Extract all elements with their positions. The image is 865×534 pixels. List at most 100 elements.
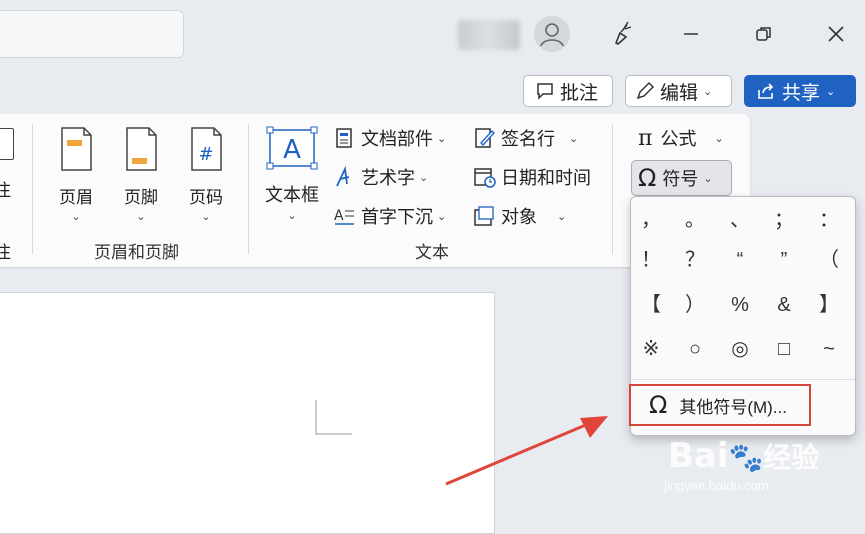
- omega-icon: Ω: [638, 164, 657, 192]
- object-button[interactable]: 对象 ⌄: [473, 201, 591, 231]
- partial-icon: [0, 128, 14, 160]
- close-icon[interactable]: [816, 14, 856, 54]
- chevron-down-icon: ⌄: [71, 211, 81, 223]
- annotation-arrow: [445, 416, 608, 486]
- header-label: 页眉: [59, 188, 93, 207]
- symbol-cell[interactable]: ：: [809, 202, 849, 238]
- lightbulb-icon[interactable]: [602, 14, 642, 54]
- textbox-label: 文本框: [265, 185, 319, 205]
- signature-line-label: 签名行: [501, 129, 555, 149]
- watermark-logo: Bai🐾经验: [668, 436, 820, 476]
- symbol-label: 符号: [662, 169, 699, 189]
- chevron-down-icon: ⌄: [136, 211, 146, 223]
- group-label-text: 文本: [415, 243, 449, 262]
- group-separator: [248, 124, 249, 254]
- svg-text:A: A: [334, 208, 344, 224]
- wordart-button[interactable]: 艺术字 ⌄: [333, 162, 446, 192]
- symbol-cell[interactable]: &: [764, 287, 804, 323]
- header-button[interactable]: 页眉 ⌄: [46, 126, 106, 223]
- symbol-cell[interactable]: ？: [675, 242, 715, 278]
- signature-line-button[interactable]: 签名行 ⌄: [473, 123, 591, 153]
- symbol-cell[interactable]: （: [809, 242, 849, 278]
- text-column-2: 签名行 ⌄ 日期和时间 对象 ⌄: [473, 123, 591, 231]
- text-column-1: 文档部件 ⌄ 艺术字 ⌄ A 首字下沉 ⌄: [333, 123, 446, 231]
- equation-label: 公式: [660, 129, 697, 149]
- drop-cap-label: 首字下沉: [361, 207, 433, 227]
- symbol-cell[interactable]: ！: [631, 242, 671, 278]
- share-button[interactable]: 共享 ⌄: [744, 75, 856, 107]
- pencil-icon: [636, 81, 655, 100]
- minimize-icon[interactable]: [671, 14, 711, 54]
- object-icon: [474, 206, 494, 226]
- page-number-label: 页码: [189, 188, 223, 207]
- watermark-url: jingyan.baidu.com: [664, 478, 769, 493]
- chevron-down-icon: ⌄: [201, 211, 211, 223]
- symbol-cell[interactable]: ◎: [720, 331, 760, 367]
- textbox-icon: A: [266, 126, 318, 170]
- chevron-down-icon: ⌄: [703, 172, 713, 185]
- chevron-down-icon: ⌄: [287, 210, 297, 222]
- symbol-cell[interactable]: 。: [675, 202, 715, 238]
- search-box[interactable]: [0, 10, 184, 58]
- symbol-button[interactable]: Ω 符号 ⌄: [631, 160, 732, 196]
- partial-label: 注: [0, 181, 11, 200]
- group-separator: [612, 124, 613, 254]
- symbol-cell[interactable]: ※: [631, 331, 671, 367]
- document-parts-icon: [336, 128, 352, 148]
- wordart-icon: [336, 166, 350, 187]
- calendar-clock-icon: [474, 168, 496, 188]
- symbol-cell[interactable]: %: [720, 287, 760, 323]
- pi-icon: π: [638, 125, 653, 151]
- symbol-cell[interactable]: ）: [675, 287, 715, 323]
- share-label: 共享: [782, 82, 821, 104]
- partial-group-label: 注: [0, 243, 11, 262]
- edit-button[interactable]: 编辑 ⌄: [625, 75, 732, 107]
- symbol-cell[interactable]: 【: [631, 287, 671, 323]
- date-time-button[interactable]: 日期和时间: [473, 162, 591, 192]
- drop-cap-button[interactable]: A 首字下沉 ⌄: [333, 201, 446, 231]
- comment-icon: [537, 83, 553, 100]
- symbol-cell[interactable]: 、: [720, 202, 760, 238]
- symbol-cell[interactable]: 】: [809, 287, 849, 323]
- group-label-header-footer: 页眉和页脚: [94, 243, 179, 262]
- chevron-down-icon: ⌄: [826, 85, 836, 98]
- comments-button[interactable]: 批注: [523, 75, 613, 107]
- comments-label: 批注: [560, 82, 599, 104]
- quick-parts-button[interactable]: 文档部件 ⌄: [333, 123, 446, 153]
- page-number-icon: #: [191, 127, 222, 171]
- footer-button[interactable]: 页脚 ⌄: [111, 126, 171, 223]
- more-symbols-label: 其他符号(M)...: [679, 397, 787, 417]
- chevron-down-icon: ⌄: [557, 210, 567, 223]
- symbol-cell[interactable]: ；: [764, 202, 804, 238]
- footer-icon: [126, 127, 157, 171]
- header-icon: [61, 127, 92, 171]
- object-label: 对象: [501, 207, 537, 227]
- group-separator: [32, 124, 33, 254]
- chevron-down-icon: ⌄: [569, 132, 579, 145]
- avatar[interactable]: [534, 16, 570, 52]
- svg-text:A: A: [283, 135, 301, 165]
- date-time-label: 日期和时间: [501, 168, 591, 188]
- symbol-cell[interactable]: “: [720, 242, 760, 278]
- user-name-blurred: [458, 20, 520, 50]
- equation-button[interactable]: π 公式 ⌄: [638, 123, 724, 153]
- symbol-cell[interactable]: □: [764, 331, 804, 367]
- chevron-down-icon: ⌄: [703, 85, 713, 98]
- footer-label: 页脚: [124, 188, 158, 207]
- margin-corner-mark: [315, 400, 352, 435]
- symbol-cell[interactable]: ~: [809, 331, 849, 367]
- page-number-button[interactable]: # 页码 ⌄: [176, 126, 236, 223]
- symbol-cell[interactable]: ○: [675, 331, 715, 367]
- textbox-button[interactable]: A 文本框 ⌄: [262, 126, 322, 222]
- symbol-cell[interactable]: ，: [631, 202, 671, 238]
- chevron-down-icon: ⌄: [419, 171, 429, 184]
- document-page[interactable]: [0, 292, 495, 534]
- omega-icon: Ω: [649, 391, 668, 419]
- user-icon: [540, 23, 564, 47]
- restore-icon[interactable]: [744, 14, 784, 54]
- signature-icon: [475, 128, 495, 148]
- more-symbols-button[interactable]: Ω 其他符号(M)...: [629, 384, 811, 426]
- quick-parts-label: 文档部件: [361, 129, 433, 149]
- symbol-cell[interactable]: ”: [764, 242, 804, 278]
- chevron-down-icon: ⌄: [437, 132, 447, 145]
